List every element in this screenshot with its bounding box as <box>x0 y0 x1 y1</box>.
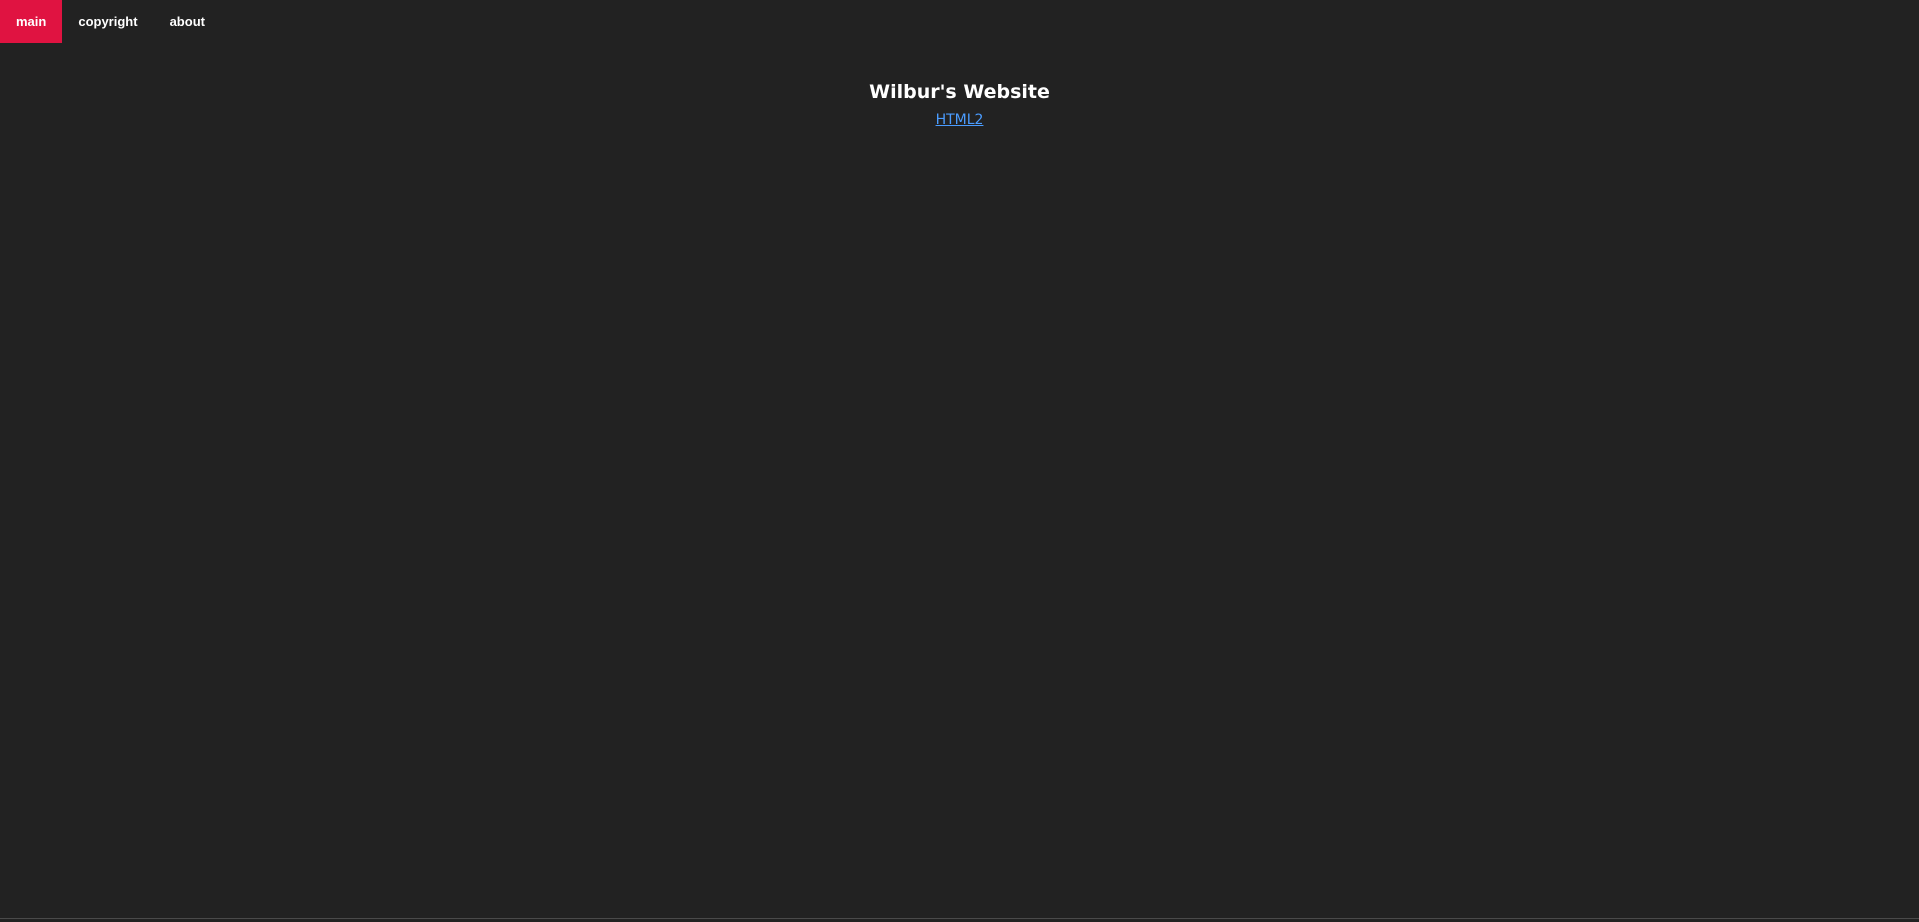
bottom-divider <box>0 918 1919 919</box>
html2-link[interactable]: HTML2 <box>936 112 984 128</box>
page-title: Wilbur's Website <box>869 81 1050 103</box>
nav-item-main[interactable]: main <box>0 0 63 43</box>
nav-item-copyright[interactable]: copyright <box>62 0 153 43</box>
top-nav: main copyright about <box>0 0 221 43</box>
nav-item-about[interactable]: about <box>154 0 221 43</box>
main-content: Wilbur's Website HTML2 <box>0 78 1919 128</box>
